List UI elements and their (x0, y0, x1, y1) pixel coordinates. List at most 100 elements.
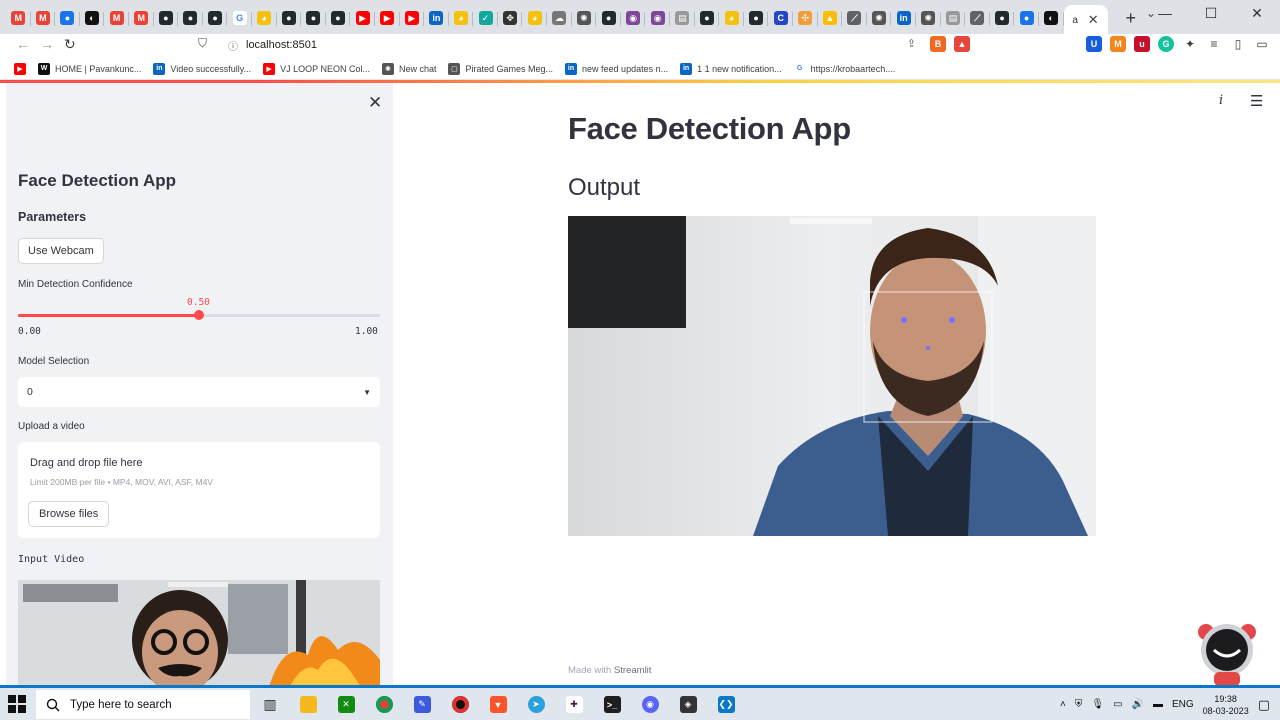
terminal-icon[interactable]: >_ (600, 690, 624, 719)
bookmark-item[interactable]: Ghttps://krobaartech.... (793, 62, 895, 75)
wallet-icon[interactable]: ▭ (1254, 36, 1270, 52)
hamburger-menu-icon[interactable]: ☰ (1250, 92, 1263, 110)
browser-tab[interactable]: ✺ (916, 5, 941, 31)
site-info-icon[interactable]: ⓘ (228, 38, 238, 53)
task-view-icon[interactable]: ▥ (258, 690, 282, 719)
browser-tab[interactable]: ◉ (645, 5, 670, 31)
bookmark-item[interactable]: W HOME | Pavankunc... (38, 62, 141, 75)
browser-tab[interactable]: ● (277, 5, 302, 31)
file-uploader-dropzone[interactable]: Drag and drop file here Limit 200MB per … (18, 442, 380, 538)
brave-rewards-icon[interactable]: ▲ (954, 36, 970, 52)
slack-icon[interactable]: ✚ (562, 690, 586, 719)
streamlit-link[interactable]: Streamlit (614, 665, 651, 676)
back-icon[interactable]: ← (16, 36, 30, 52)
browser-tab[interactable]: ▤ (670, 5, 695, 31)
volume-icon[interactable]: 🔊 (1132, 699, 1144, 710)
reload-icon[interactable]: ↻ (64, 36, 76, 53)
output-video-frame[interactable] (568, 216, 1096, 536)
browser-tab[interactable]: ● (326, 5, 351, 31)
maximize-icon[interactable]: ☐ (1188, 0, 1234, 26)
browser-tab[interactable]: C (768, 5, 793, 31)
browser-tab[interactable]: M (129, 5, 154, 31)
info-icon[interactable]: i (1219, 93, 1223, 108)
bookmark-item[interactable]: ▶ (14, 62, 26, 75)
reading-list-icon[interactable]: ≡ (1206, 36, 1222, 52)
xbox-icon[interactable]: ✕ (334, 690, 358, 719)
language-indicator[interactable]: ENG (1172, 699, 1194, 710)
minimize-icon[interactable]: — (1142, 0, 1188, 26)
browser-tab[interactable]: ◉ (621, 5, 646, 31)
obs-icon[interactable] (448, 690, 472, 719)
browser-tab[interactable]: in (891, 5, 916, 31)
mascot-widget-icon[interactable] (1196, 618, 1258, 688)
address-bar[interactable]: ⓘ localhost:8501 ⇪ (192, 34, 924, 56)
browser-tab[interactable]: M (31, 5, 56, 31)
bookmark-item[interactable]: in Video successfully... (153, 62, 251, 75)
input-video-frame[interactable] (18, 580, 380, 685)
chrome-icon[interactable] (372, 690, 396, 719)
browser-tab[interactable]: ◕ (522, 5, 547, 31)
browser-tab[interactable]: ● (301, 5, 326, 31)
browser-tab[interactable]: ● (1014, 5, 1039, 31)
browser-tab[interactable]: ✥ (498, 5, 523, 31)
slider-thumb[interactable] (194, 310, 204, 320)
browser-tab[interactable]: in (424, 5, 449, 31)
pen-app-icon[interactable]: ✎ (410, 690, 434, 719)
forward-icon[interactable]: → (40, 36, 54, 52)
clock[interactable]: 19:38 08-03-2023 (1203, 693, 1249, 717)
browser-tab[interactable]: ● (55, 5, 80, 31)
browser-tab[interactable]: ● (203, 5, 228, 31)
share-icon[interactable]: ⇪ (907, 37, 916, 50)
browser-tab[interactable]: ◕ (252, 5, 277, 31)
browser-tab[interactable]: ✓ (473, 5, 498, 31)
browser-tab[interactable]: G (227, 5, 252, 31)
chevron-up-icon[interactable]: ˄ (1060, 699, 1066, 710)
browser-tab[interactable]: ● (744, 5, 769, 31)
bookmark-item[interactable]: ▶ VJ LOOP NEON Col... (263, 62, 370, 75)
battery-icon[interactable]: ▬ (1153, 699, 1163, 710)
use-webcam-button[interactable]: Use Webcam (18, 238, 104, 264)
new-tab-icon[interactable]: + (1126, 8, 1137, 29)
discord-icon[interactable]: ◉ (638, 690, 662, 719)
ublock-icon[interactable]: u (1134, 36, 1150, 52)
browse-files-button[interactable]: Browse files (28, 501, 110, 527)
browser-tab[interactable]: ◐ (80, 5, 105, 31)
microphone-icon[interactable]: 🎙 (1091, 699, 1104, 710)
file-explorer-icon[interactable] (296, 690, 320, 719)
browser-tab[interactable]: M (6, 5, 31, 31)
active-tab[interactable]: a ✕ (1063, 5, 1108, 35)
browser-tab[interactable]: ● (178, 5, 203, 31)
brave-icon[interactable]: ▼ (486, 690, 510, 719)
model-selection-select[interactable]: 0 ▼ (18, 377, 380, 407)
sidebar-icon[interactable]: ▯ (1230, 36, 1246, 52)
browser-tab[interactable]: ▶ (400, 5, 425, 31)
close-sidebar-icon[interactable]: ✕ (368, 93, 382, 113)
browser-tab[interactable]: ◕ (719, 5, 744, 31)
bitwarden-icon[interactable]: U (1086, 36, 1102, 52)
browser-tab[interactable]: M (104, 5, 129, 31)
browser-tab[interactable]: ● (596, 5, 621, 31)
browser-tab[interactable]: ▤ (941, 5, 966, 31)
browser-tab[interactable]: ✺ (572, 5, 597, 31)
security-icon[interactable]: ⛨ (1075, 699, 1083, 710)
brave-shield-icon[interactable]: B (930, 36, 946, 52)
browser-tab[interactable]: ◕ (449, 5, 474, 31)
bookmark-item[interactable]: ▢ Pirated Games Meg... (448, 62, 553, 75)
bookmark-item[interactable]: in 1 1 new notification... (680, 62, 782, 75)
browser-tab[interactable]: ▶ (375, 5, 400, 31)
browser-tab[interactable]: ⟋ (965, 5, 990, 31)
extensions-puzzle-icon[interactable]: ✦ (1182, 36, 1198, 52)
browser-tab[interactable]: ◐ (1039, 5, 1064, 31)
taskbar-search[interactable]: Type here to search (36, 690, 250, 719)
network-icon[interactable]: ▭ (1113, 699, 1122, 710)
vscode-icon[interactable]: ❮❯ (714, 690, 738, 719)
browser-tab[interactable]: ● (695, 5, 720, 31)
browser-tab[interactable]: ✺ (867, 5, 892, 31)
bookmark-item[interactable]: in new feed updates n... (565, 62, 668, 75)
browser-tab[interactable]: ☁ (547, 5, 572, 31)
browser-tab[interactable]: ● (990, 5, 1015, 31)
telegram-icon[interactable]: ➤ (524, 690, 548, 719)
browser-tab[interactable]: ▲ (818, 5, 843, 31)
notification-icon[interactable]: ▢ (1258, 697, 1270, 713)
windows-start-icon[interactable] (8, 695, 26, 713)
